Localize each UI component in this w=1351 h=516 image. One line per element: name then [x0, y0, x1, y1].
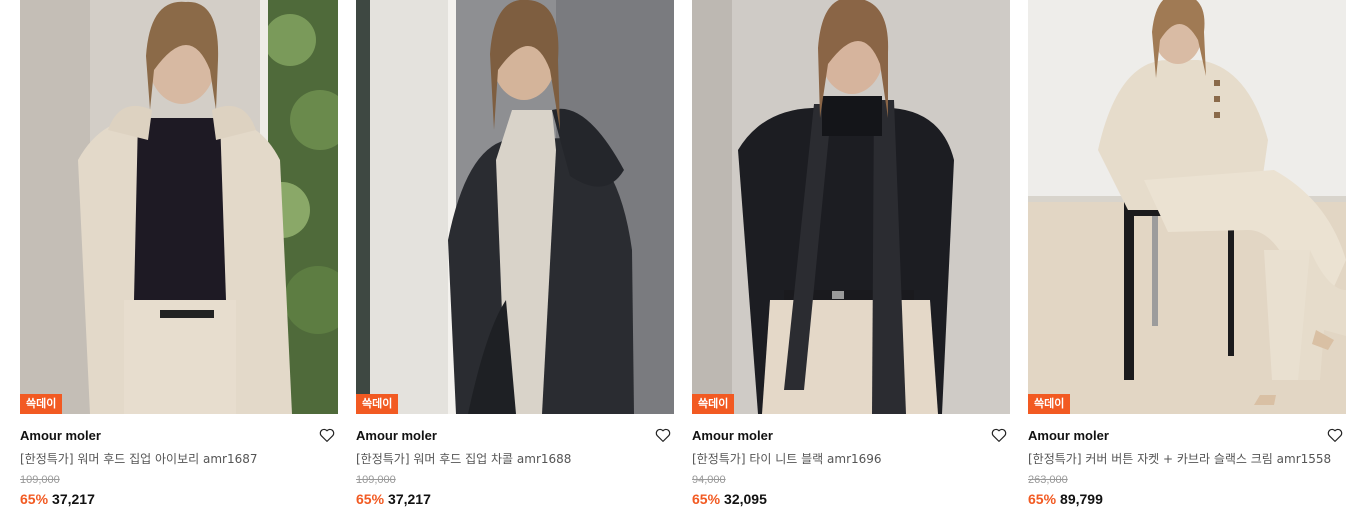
sale-price: 32,095 [724, 491, 767, 507]
original-price: 109,000 [356, 474, 396, 486]
product-photo [692, 0, 1010, 414]
product-info: Amour moler [한정특가] 워머 후드 집업 아이보리 amr1687… [20, 414, 338, 508]
heart-icon[interactable] [318, 426, 336, 444]
product-title[interactable]: [한정특가] 타이 니트 블랙 amr1696 [692, 451, 1010, 467]
product-grid: 쓱데이 Amour moler [한정특가] 워머 후드 집업 아이보리 amr… [0, 0, 1351, 516]
product-card[interactable]: 쓱데이 Amour moler [한정특가] 워머 후드 집업 차콜 amr16… [356, 0, 674, 508]
discount-rate: 65% [1028, 491, 1057, 507]
product-info: Amour moler [한정특가] 타이 니트 블랙 amr1696 94,0… [692, 414, 1010, 508]
brand-name[interactable]: Amour moler [692, 428, 1010, 444]
product-title[interactable]: [한정특가] 워머 후드 집업 차콜 amr1688 [356, 451, 674, 467]
product-image[interactable]: 쓱데이 [1028, 0, 1346, 414]
product-info: Amour moler [한정특가] 커버 버튼 자켓 + 카브라 슬랙스 크림… [1028, 414, 1346, 508]
product-card[interactable]: 쓱데이 Amour moler [한정특가] 워머 후드 집업 아이보리 amr… [20, 0, 338, 508]
product-image[interactable]: 쓱데이 [356, 0, 674, 414]
promo-badge: 쓱데이 [20, 394, 63, 414]
promo-badge: 쓱데이 [692, 394, 735, 414]
promo-badge: 쓱데이 [356, 394, 399, 414]
product-photo [356, 0, 674, 414]
product-title[interactable]: [한정특가] 커버 버튼 자켓 + 카브라 슬랙스 크림 amr1558 [1028, 451, 1346, 467]
original-price: 94,000 [692, 474, 726, 486]
product-image[interactable]: 쓱데이 [20, 0, 338, 414]
heart-icon[interactable] [990, 426, 1008, 444]
heart-icon[interactable] [1326, 426, 1344, 444]
product-card[interactable]: 쓱데이 Amour moler [한정특가] 커버 버튼 자켓 + 카브라 슬랙… [1028, 0, 1346, 508]
brand-name[interactable]: Amour moler [20, 428, 338, 444]
discount-rate: 65% [20, 491, 49, 507]
sale-price: 37,217 [52, 491, 95, 507]
promo-badge: 쓱데이 [1028, 394, 1071, 414]
sale-price: 89,799 [1060, 491, 1103, 507]
heart-icon[interactable] [654, 426, 672, 444]
product-title[interactable]: [한정특가] 워머 후드 집업 아이보리 amr1687 [20, 451, 338, 467]
sale-price: 37,217 [388, 491, 431, 507]
product-photo [20, 0, 338, 414]
product-card[interactable]: 쓱데이 Amour moler [한정특가] 타이 니트 블랙 amr1696 … [692, 0, 1010, 508]
original-price: 263,000 [1028, 474, 1068, 486]
original-price: 109,000 [20, 474, 60, 486]
discount-rate: 65% [692, 491, 721, 507]
price-row: 65% 37,217 [356, 491, 674, 508]
discount-rate: 65% [356, 491, 385, 507]
product-image[interactable]: 쓱데이 [692, 0, 1010, 414]
brand-name[interactable]: Amour moler [1028, 428, 1346, 444]
price-row: 65% 32,095 [692, 491, 1010, 508]
price-row: 65% 37,217 [20, 491, 338, 508]
price-row: 65% 89,799 [1028, 491, 1346, 508]
product-info: Amour moler [한정특가] 워머 후드 집업 차콜 amr1688 1… [356, 414, 674, 508]
product-photo [1028, 0, 1346, 414]
brand-name[interactable]: Amour moler [356, 428, 674, 444]
